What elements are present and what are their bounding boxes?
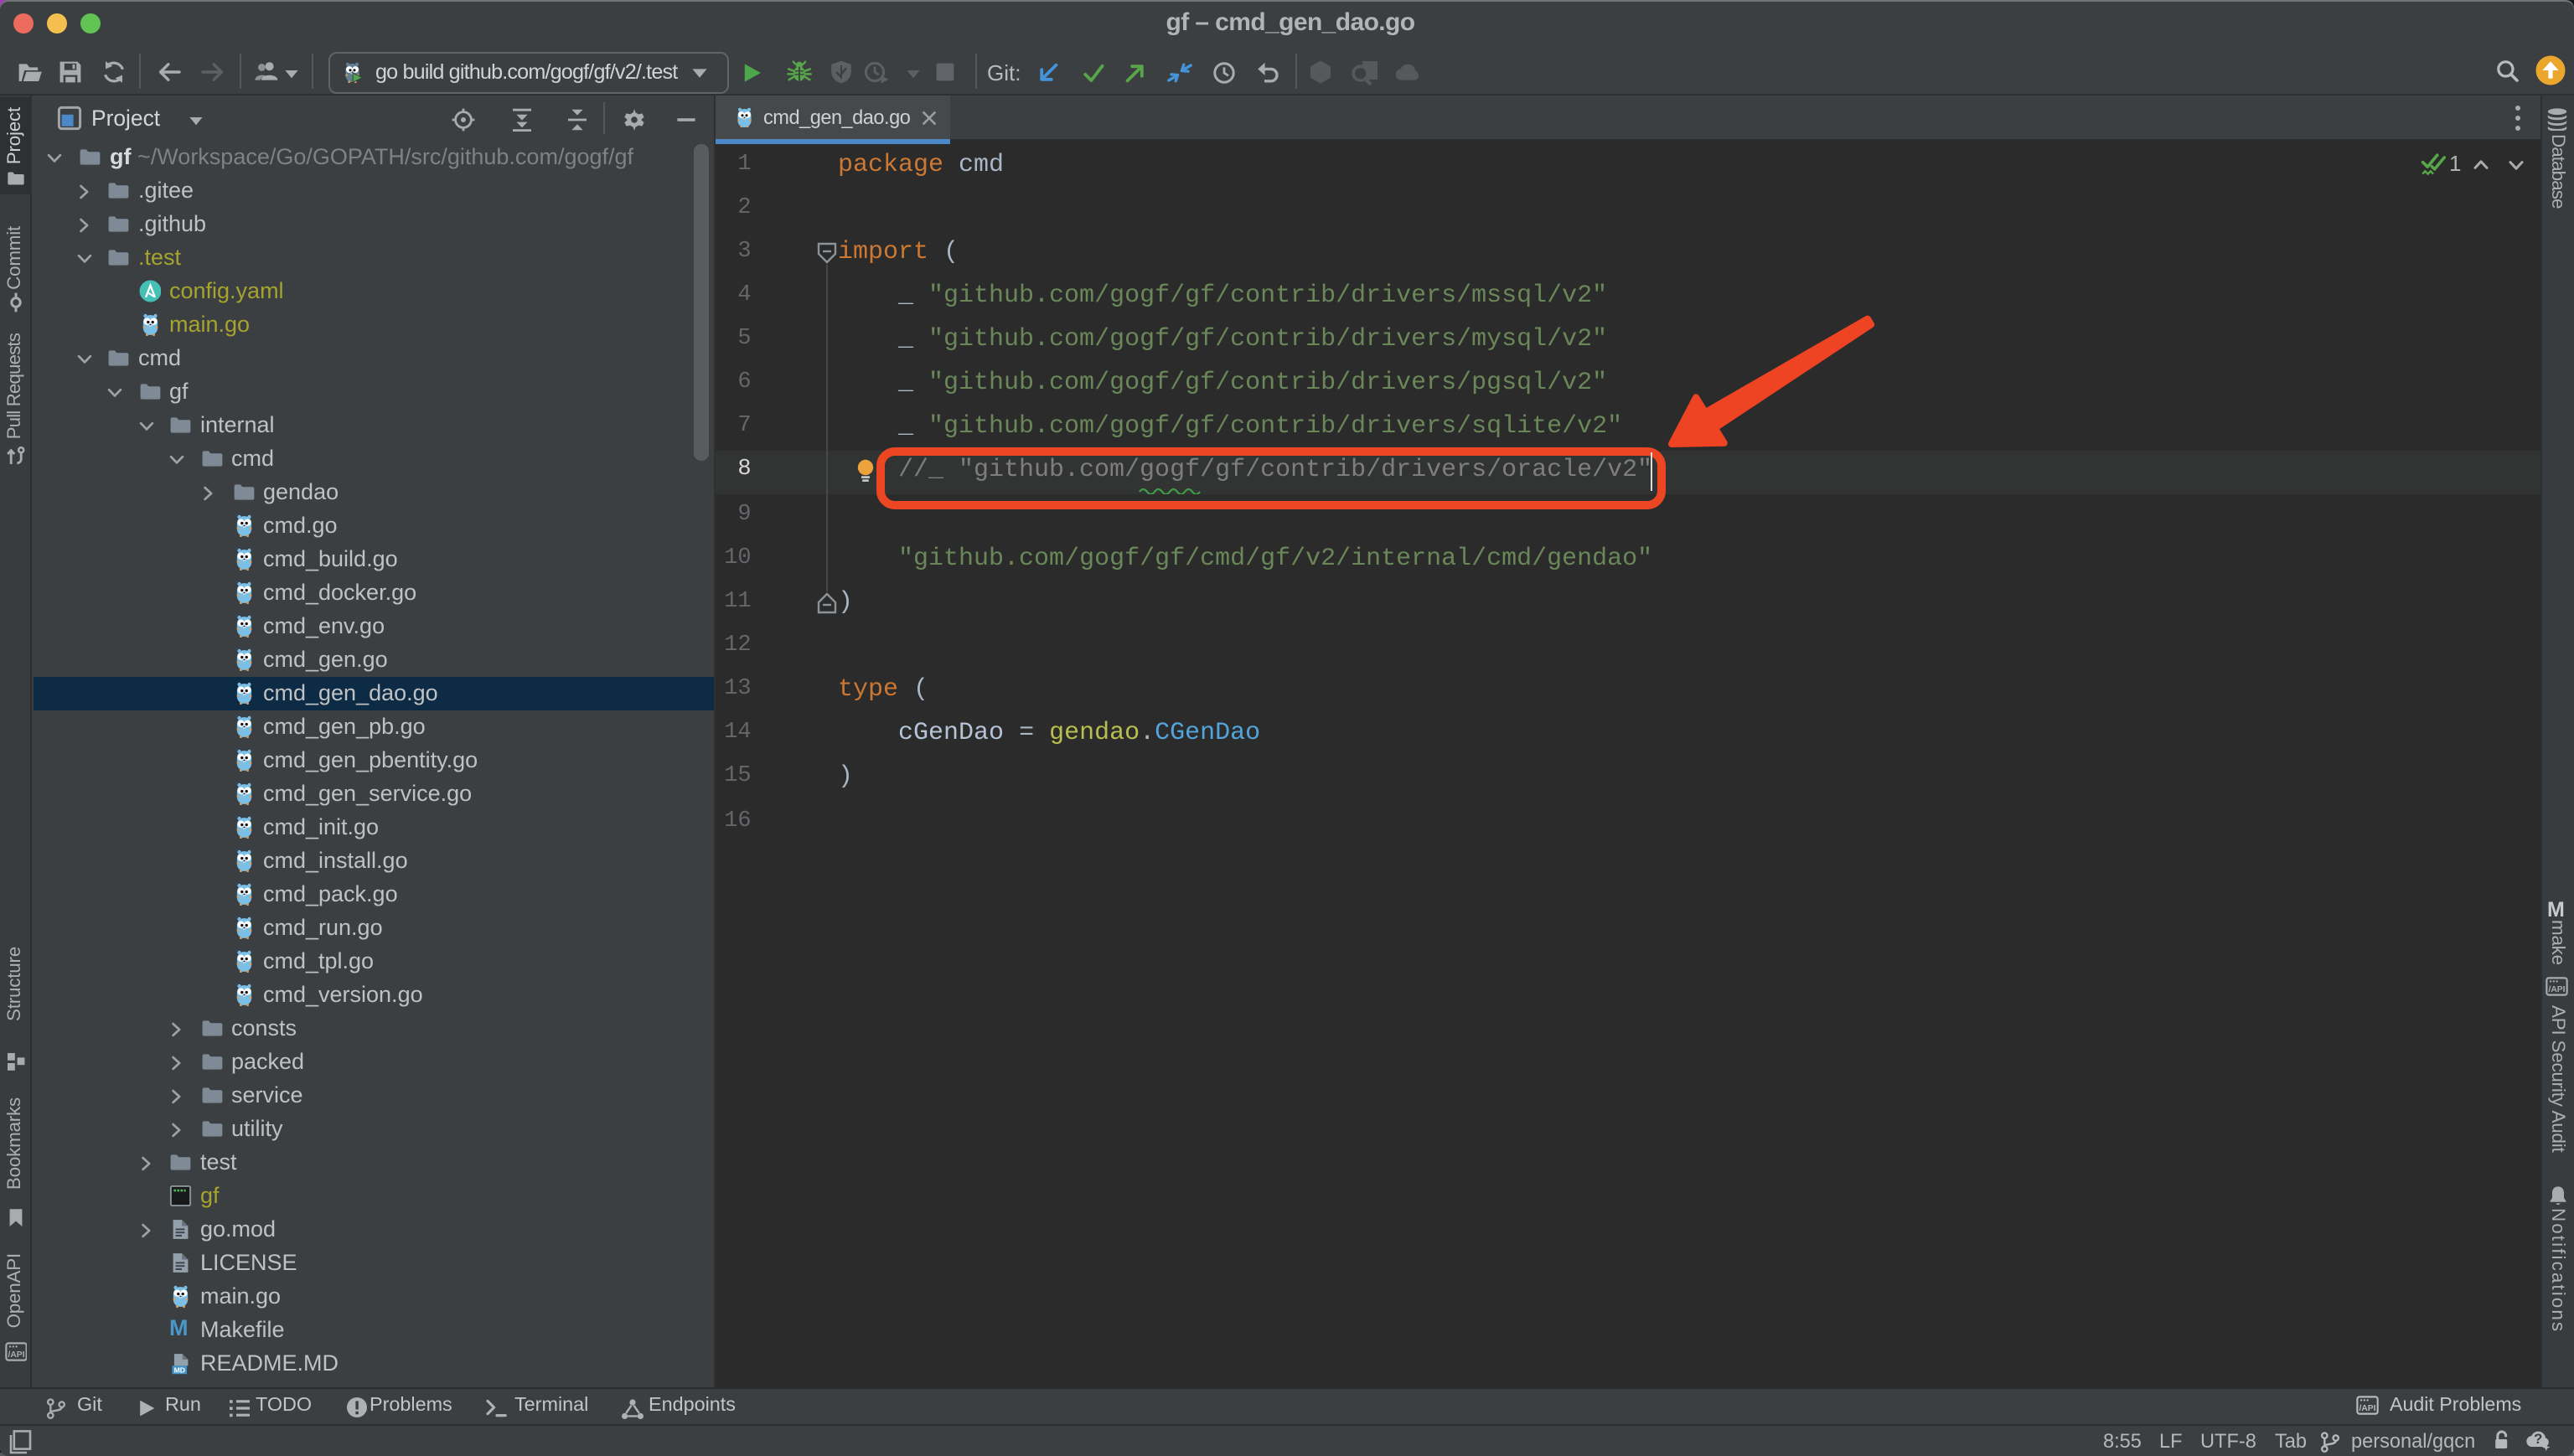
svg-text:/API: /API — [2360, 1403, 2376, 1412]
svg-text:MD: MD — [174, 1366, 185, 1375]
svg-text:?: ? — [2534, 1431, 2542, 1447]
svg-text:/API: /API — [2549, 984, 2566, 994]
svg-text:/API: /API — [8, 1350, 24, 1359]
